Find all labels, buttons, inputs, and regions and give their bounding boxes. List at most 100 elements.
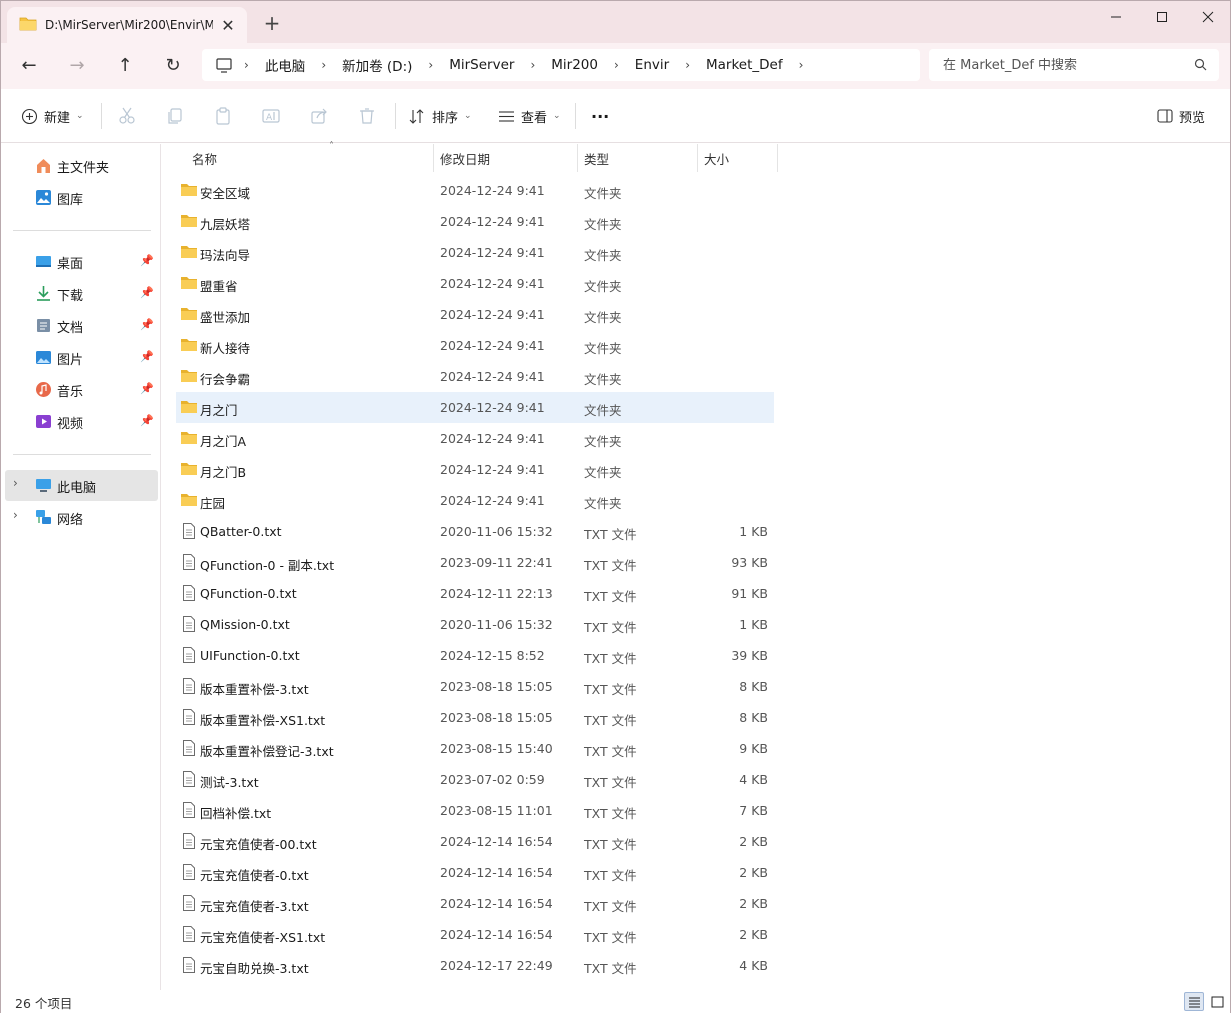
sidebar-item-pictures[interactable]: 图片 📌	[5, 342, 158, 373]
file-row[interactable]: 月之门A 2024-12-24 9:41 文件夹	[176, 423, 774, 454]
breadcrumb-market-def[interactable]: Market_Def	[702, 57, 787, 73]
paste-button[interactable]	[213, 106, 233, 126]
file-date: 2024-12-24 9:41	[440, 183, 545, 198]
tiles-view-button[interactable]	[1207, 992, 1227, 1011]
share-button[interactable]	[309, 106, 329, 126]
copy-button[interactable]	[165, 106, 185, 126]
new-tab-button[interactable]: +	[263, 13, 281, 33]
file-name: 元宝充值使者-0.txt	[200, 868, 309, 883]
file-row[interactable]: 庄园 2024-12-24 9:41 文件夹	[176, 485, 774, 516]
file-row[interactable]: QMission-0.txt 2020-11-06 15:32 TXT 文件 1 KB	[176, 609, 774, 640]
file-date: 2024-12-15 8:52	[440, 648, 545, 663]
sidebar-item-gallery[interactable]: 图库	[5, 182, 158, 213]
sidebar-item-music[interactable]: 音乐 📌	[5, 374, 158, 405]
search-input[interactable]	[943, 57, 1183, 73]
delete-button[interactable]	[357, 106, 377, 126]
pin-icon[interactable]: 📌	[140, 350, 154, 363]
file-date: 2023-08-15 15:40	[440, 741, 553, 756]
column-header-date[interactable]: 修改日期	[434, 144, 578, 172]
file-row[interactable]: 回档补偿.txt 2023-08-15 11:01 TXT 文件 7 KB	[176, 795, 774, 826]
tiles-view-icon	[1211, 996, 1223, 1007]
sidebar-item-this-pc[interactable]: › 此电脑	[5, 470, 158, 501]
chevron-right-icon[interactable]: ›	[13, 508, 18, 522]
sidebar-item-downloads[interactable]: 下载 📌	[5, 278, 158, 309]
file-name: QBatter-0.txt	[200, 524, 282, 539]
refresh-button[interactable]: ↻	[159, 53, 187, 77]
address-row: ← → ↑ ↻ › 此电脑 › 新加卷 (D:) › MirServer › M…	[1, 43, 1230, 89]
up-button[interactable]: ↑	[111, 53, 139, 77]
file-row[interactable]: 版本重置补偿登记-3.txt 2023-08-15 15:40 TXT 文件 9 KB	[176, 733, 774, 764]
search-icon[interactable]	[1194, 58, 1207, 74]
sidebar-item-desktop[interactable]: 桌面 📌	[5, 246, 158, 277]
file-row[interactable]: 元宝自助兑换-3.txt 2024-12-17 22:49 TXT 文件 4 KB	[176, 950, 774, 981]
pin-icon[interactable]: 📌	[140, 318, 154, 331]
breadcrumb-this-pc[interactable]: 此电脑	[261, 55, 310, 75]
rename-button[interactable]: A	[261, 106, 281, 126]
minimize-button[interactable]	[1093, 1, 1139, 33]
file-row[interactable]: QFunction-0 - 副本.txt 2023-09-11 22:41 TXT …	[176, 547, 774, 578]
forward-button[interactable]: →	[63, 53, 91, 77]
pin-icon[interactable]: 📌	[140, 286, 154, 299]
explorer-window: D:\MirServer\Mir200\Envir\Market_Def ✕ +…	[0, 0, 1231, 1013]
tab-market-def[interactable]: D:\MirServer\Mir200\Envir\Market_Def ✕	[7, 7, 247, 43]
cut-button[interactable]	[117, 106, 137, 126]
pin-icon[interactable]: 📌	[140, 254, 154, 267]
file-row[interactable]: 版本重置补偿-XS1.txt 2023-08-18 15:05 TXT 文件 8 KB	[176, 702, 774, 733]
chevron-right-icon: ›	[428, 58, 434, 72]
file-type: 文件夹	[584, 310, 622, 325]
file-row[interactable]: 行会争霸 2024-12-24 9:41 文件夹	[176, 361, 774, 392]
new-label: 新建	[44, 110, 71, 126]
pin-icon[interactable]: 📌	[140, 382, 154, 395]
file-size: 1 KB	[739, 617, 768, 632]
column-header-size[interactable]: 大小	[698, 144, 778, 172]
file-row[interactable]: QBatter-0.txt 2020-11-06 15:32 TXT 文件 1 KB	[176, 516, 774, 547]
file-row[interactable]: QFunction-0.txt 2024-12-11 22:13 TXT 文件 91 …	[176, 578, 774, 609]
file-row[interactable]: 元宝充值使者-3.txt 2024-12-14 16:54 TXT 文件 2 KB	[176, 888, 774, 919]
column-header-type[interactable]: 类型	[578, 144, 698, 172]
file-row[interactable]: 测试-3.txt 2023-07-02 0:59 TXT 文件 4 KB	[176, 764, 774, 795]
file-row[interactable]: 安全区域 2024-12-24 9:41 文件夹	[176, 175, 774, 206]
sidebar-item-network[interactable]: › 网络	[5, 502, 158, 533]
sidebar-item-home[interactable]: 主文件夹	[5, 150, 158, 181]
file-row[interactable]: 玛法向导 2024-12-24 9:41 文件夹	[176, 237, 774, 268]
sidebar-item-documents[interactable]: 文档 📌	[5, 310, 158, 341]
file-row[interactable]: 版本重置补偿-3.txt 2023-08-18 15:05 TXT 文件 8 KB	[176, 671, 774, 702]
file-row[interactable]: 元宝充值使者-0.txt 2024-12-14 16:54 TXT 文件 2 KB	[176, 857, 774, 888]
more-options-button[interactable]: ...	[591, 99, 609, 125]
chevron-right-icon[interactable]: ›	[787, 58, 816, 72]
file-row[interactable]: 月之门 2024-12-24 9:41 文件夹	[176, 392, 774, 423]
column-header-name[interactable]: 名称 ˄	[186, 141, 434, 172]
chevron-down-icon: ⌄	[76, 111, 84, 121]
search-box[interactable]	[929, 49, 1219, 81]
sort-icon	[409, 108, 424, 124]
details-view-button[interactable]	[1184, 992, 1204, 1011]
sidebar-item-videos[interactable]: 视频 📌	[5, 406, 158, 437]
view-button[interactable]: 查看 ⌄	[498, 103, 561, 129]
breadcrumb-drive-d[interactable]: 新加卷 (D:)	[338, 55, 416, 75]
file-row[interactable]: 九层妖塔 2024-12-24 9:41 文件夹	[176, 206, 774, 237]
file-row[interactable]: 盛世添加 2024-12-24 9:41 文件夹	[176, 299, 774, 330]
file-row[interactable]: 盟重省 2024-12-24 9:41 文件夹	[176, 268, 774, 299]
close-window-button[interactable]	[1185, 1, 1231, 33]
file-row[interactable]: 元宝充值使者-XS1.txt 2024-12-14 16:54 TXT 文件 2 KB	[176, 919, 774, 950]
chevron-right-icon[interactable]: ›	[13, 476, 18, 490]
file-row[interactable]: 新人接待 2024-12-24 9:41 文件夹	[176, 330, 774, 361]
preview-pane-button[interactable]: 预览	[1157, 103, 1205, 129]
file-name: QFunction-0.txt	[200, 586, 297, 601]
file-row[interactable]: UIFunction-0.txt 2024-12-15 8:52 TXT 文件 39 …	[176, 640, 774, 671]
back-button[interactable]: ←	[15, 53, 43, 77]
file-type: 文件夹	[584, 434, 622, 449]
column-headers: 名称 ˄ 修改日期 类型 大小	[162, 141, 782, 172]
pin-icon[interactable]: 📌	[140, 414, 154, 427]
breadcrumb-mir200[interactable]: Mir200	[547, 57, 602, 73]
file-row[interactable]: 元宝充值使者-00.txt 2024-12-14 16:54 TXT 文件 2 KB	[176, 826, 774, 857]
file-size: 39 KB	[731, 648, 768, 663]
breadcrumb[interactable]: › 此电脑 › 新加卷 (D:) › MirServer › Mir200 › …	[202, 49, 920, 81]
tab-close-icon[interactable]: ✕	[219, 16, 237, 35]
file-row[interactable]: 月之门B 2024-12-24 9:41 文件夹	[176, 454, 774, 485]
sort-button[interactable]: 排序 ⌄	[409, 103, 472, 129]
new-button[interactable]: 新建 ⌄	[21, 103, 84, 129]
breadcrumb-envir[interactable]: Envir	[631, 57, 673, 73]
breadcrumb-mirserver[interactable]: MirServer	[445, 57, 518, 73]
maximize-button[interactable]	[1139, 1, 1185, 33]
